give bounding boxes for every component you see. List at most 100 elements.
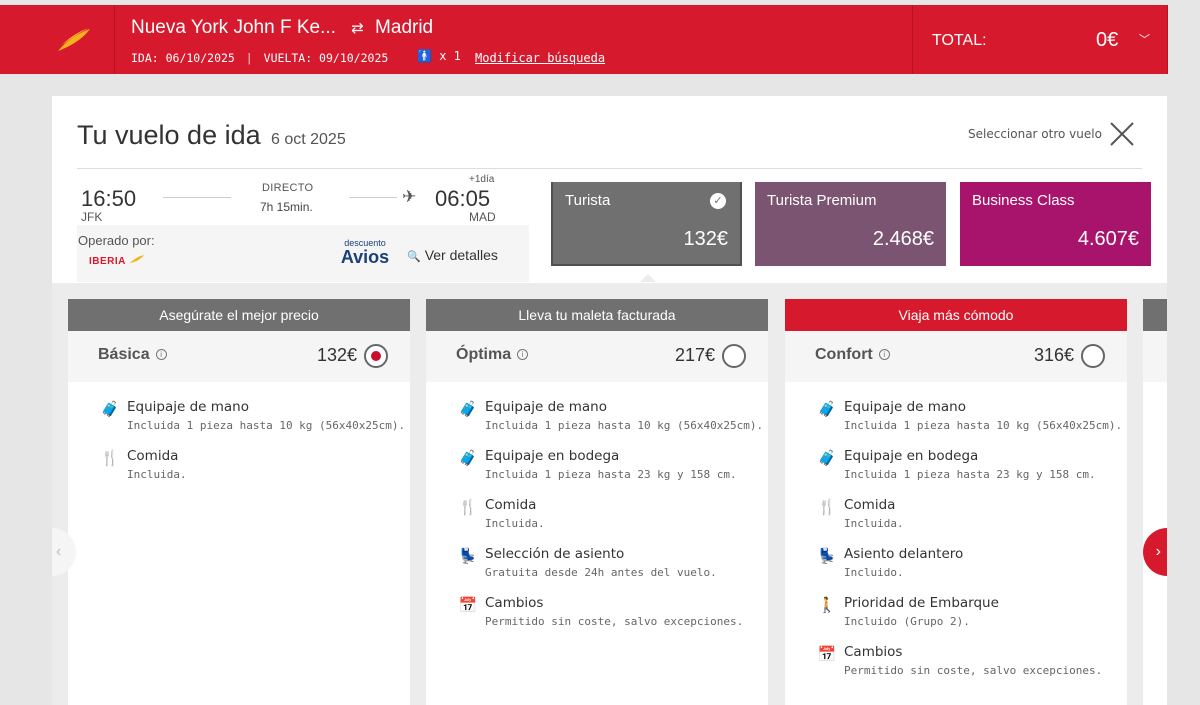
feature-title: Comida	[485, 497, 537, 513]
fare-header: Asegúrate el mejor precio	[68, 299, 410, 331]
feature-desc: Incluida 1 pieza hasta 23 kg y 158 cm.	[485, 468, 737, 481]
checkmark-icon: ✓	[710, 193, 726, 209]
fare-radio[interactable]	[364, 344, 388, 368]
feature-desc: Incluida.	[485, 517, 545, 530]
fare-features: 🧳 Equipaje de mano Incluida 1 pieza hast…	[426, 399, 768, 644]
fare-subheader: Óptima i 217€	[426, 331, 768, 382]
iberia-logo-icon	[58, 28, 90, 51]
cabin-turista-premium[interactable]: Turista Premium 2.468€	[755, 182, 946, 266]
cabin-turista[interactable]: Turista ✓ 132€	[551, 182, 742, 266]
chevron-left-icon: ‹	[56, 543, 62, 560]
total-dropdown[interactable]: TOTAL: 0€ ﹀	[912, 5, 1168, 74]
fare-header: Viaja más cómodo	[785, 299, 1127, 331]
feature-title: Equipaje de mano	[844, 399, 967, 415]
fare-radio[interactable]	[1081, 344, 1105, 368]
fare-card-optima: Lleva tu maleta facturada Óptima i 217€ 🧳…	[426, 299, 768, 705]
fare-radio[interactable]	[722, 344, 746, 368]
cabin-business[interactable]: Business Class 4.607€	[960, 182, 1151, 266]
total-label: TOTAL:	[932, 32, 987, 49]
destination-city: Madrid	[375, 17, 434, 38]
search-icon: 🔍	[407, 251, 421, 263]
meal-icon: 🍴	[458, 499, 478, 516]
feature-item: 🧳 Equipaje en bodega Incluida 1 pieza ha…	[785, 448, 1127, 484]
fare-subheader: Confort i 316€	[785, 331, 1127, 382]
arrival-code: MAD	[469, 210, 496, 224]
cabin-name: Turista	[565, 192, 611, 209]
operator-name: IBERIA	[89, 256, 126, 267]
feature-title: Equipaje en bodega	[485, 448, 620, 464]
meal-icon: 🍴	[100, 450, 120, 467]
chevron-down-icon: ﹀	[1139, 34, 1150, 46]
feature-title: Equipaje en bodega	[844, 448, 979, 464]
route-line	[163, 197, 231, 198]
feature-item: 🧳 Equipaje de mano Incluida 1 pieza hast…	[68, 399, 410, 435]
view-details-label: Ver detalles	[424, 247, 498, 263]
route: Nueva York John F Ke... ⇄ Madrid	[131, 17, 433, 39]
passenger-number: x 1	[439, 49, 461, 63]
info-icon[interactable]: i	[155, 349, 167, 360]
iberia-wing-icon	[129, 255, 144, 263]
modify-search-link[interactable]: Modificar búsqueda	[475, 51, 605, 65]
page-right-margin	[1167, 74, 1200, 705]
carry-on-icon: 🧳	[817, 401, 837, 418]
fare-header: Lleva tu maleta facturada	[426, 299, 768, 331]
fare-header	[1143, 299, 1167, 331]
feature-desc: Incluido (Grupo 2).	[844, 615, 970, 628]
select-other-flight-link[interactable]: Seleccionar otro vuelo	[968, 127, 1102, 141]
origin-city: Nueva York John F Ke...	[131, 17, 336, 38]
feature-desc: Incluida 1 pieza hasta 23 kg y 158 cm.	[844, 468, 1096, 481]
avios-big-text: Avios	[340, 247, 390, 267]
feature-title: Equipaje de mano	[485, 399, 608, 415]
feature-item: 📅 Cambios Permitido sin coste, salvo exc…	[426, 595, 768, 631]
feature-desc: Incluida.	[844, 517, 904, 530]
fare-features: 🧳 Equipaje de mano Incluida 1 pieza hast…	[785, 399, 1127, 693]
plus-day-badge: +1día	[469, 174, 495, 185]
feature-title: Comida	[127, 448, 179, 464]
chevron-right-icon: ›	[1155, 543, 1161, 560]
feature-desc: Incluida 1 pieza hasta 10 kg (56x40x25cm…	[485, 419, 764, 432]
avios-discount-badge: descuento Avios	[340, 238, 390, 266]
feature-title: Asiento delantero	[844, 546, 964, 562]
fare-price: 217€	[674, 345, 715, 365]
info-icon[interactable]: i	[517, 349, 529, 360]
top-bar: Nueva York John F Ke... ⇄ Madrid IDA: 06…	[0, 5, 1168, 74]
feature-desc: Gratuita desde 24h antes del vuelo.	[485, 566, 717, 579]
total-value: 0€	[1096, 29, 1119, 51]
fare-name-label: Confort	[815, 346, 873, 363]
feature-item: 🧳 Equipaje de mano Incluida 1 pieza hast…	[426, 399, 768, 435]
fare-price: 316€	[1033, 345, 1074, 365]
feature-item: 💺 Asiento delantero Incluido.	[785, 546, 1127, 582]
fare-name: Básica i	[98, 346, 167, 364]
feature-title: Cambios	[485, 595, 544, 611]
carry-on-icon: 🧳	[100, 401, 120, 418]
flight-date: 6 oct 2025	[271, 131, 346, 148]
fare-subheader	[1143, 331, 1167, 382]
feature-desc: Incluida 1 pieza hasta 10 kg (56x40x25cm…	[127, 419, 406, 432]
flight-type: DIRECTO	[262, 182, 314, 194]
checked-bag-icon: 🧳	[458, 450, 478, 467]
plane-icon: ✈	[402, 187, 417, 206]
seat-icon: 💺	[458, 548, 478, 565]
info-icon[interactable]: i	[878, 349, 890, 360]
fare-card-next-partial	[1143, 299, 1167, 705]
operator-row: Operado por: IBERIA descuento Avios 🔍 Ver…	[77, 225, 529, 282]
feature-title: Cambios	[844, 644, 903, 660]
separator: |	[245, 51, 253, 65]
view-details-link[interactable]: 🔍 Ver detalles	[407, 247, 498, 263]
front-seat-icon: 💺	[817, 548, 837, 565]
route-line	[349, 197, 397, 198]
feature-item: 🚶 Prioridad de Embarque Incluido (Grupo …	[785, 595, 1127, 631]
checked-bag-icon: 🧳	[817, 450, 837, 467]
operated-label: Operado por:	[78, 233, 155, 248]
fare-price: 132€	[316, 345, 357, 365]
carry-on-icon: 🧳	[458, 401, 478, 418]
fare-features: 🧳 Equipaje de mano Incluida 1 pieza hast…	[68, 399, 410, 497]
flight-duration: 7h 15min.	[260, 200, 313, 214]
feature-item: 🍴 Comida Incluida.	[785, 497, 1127, 533]
feature-item: 💺 Selección de asiento Gratuita desde 24…	[426, 546, 768, 582]
iberia-logo[interactable]	[0, 5, 115, 74]
feature-item: 🍴 Comida Incluida.	[426, 497, 768, 533]
return-date: VUELTA: 09/10/2025	[263, 51, 389, 65]
close-icon[interactable]	[1107, 119, 1137, 149]
departure-code: JFK	[81, 210, 103, 224]
